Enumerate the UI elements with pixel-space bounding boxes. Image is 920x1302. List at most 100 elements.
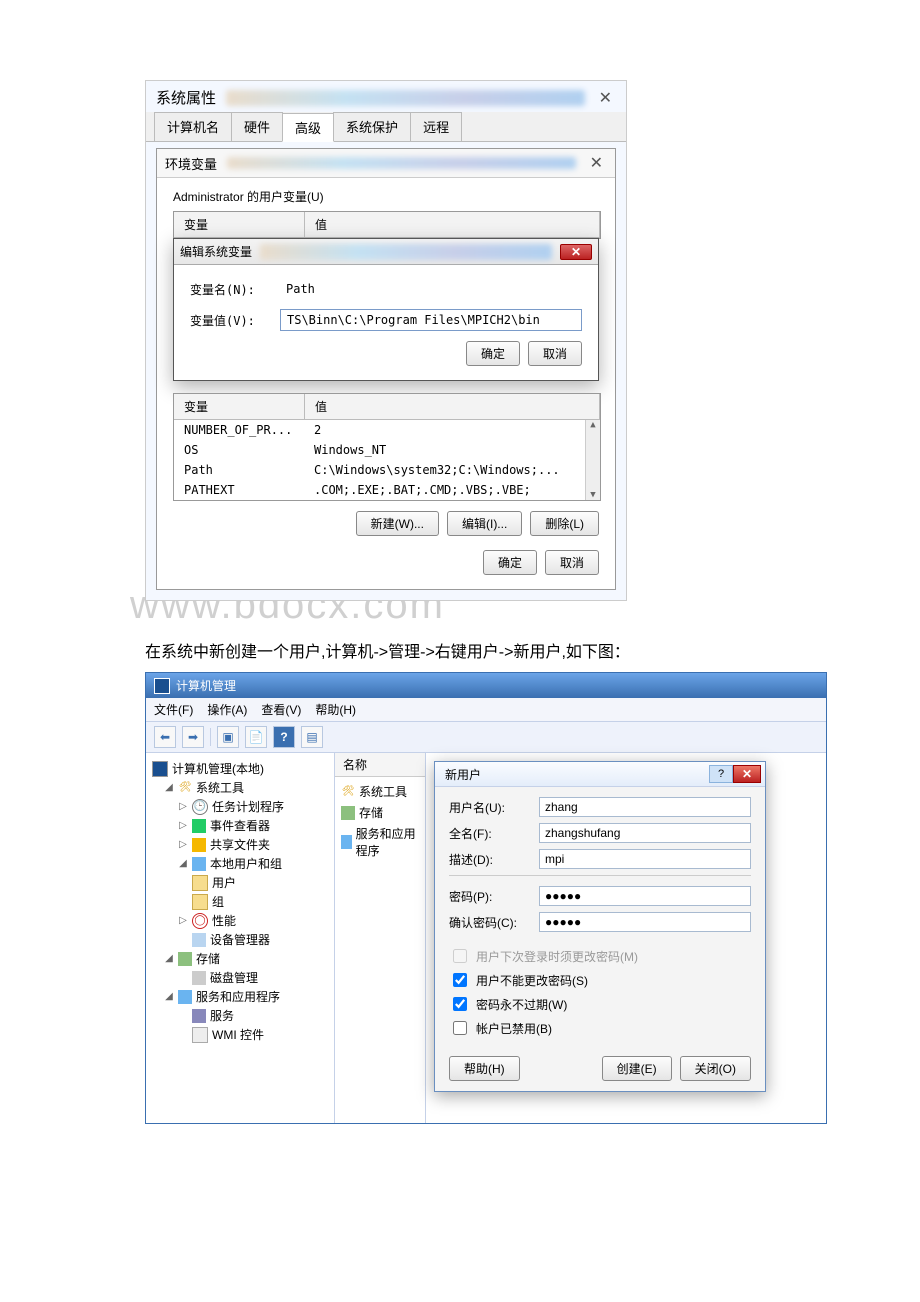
cancel-button[interactable]: 取消: [545, 550, 599, 575]
menu-action[interactable]: 操作(A): [207, 701, 247, 718]
tab-computer-name[interactable]: 计算机名: [154, 112, 232, 141]
expander-icon[interactable]: ◢: [164, 953, 174, 964]
env-titlebar: 环境变量 ✕: [157, 149, 615, 178]
checkbox[interactable]: [453, 1021, 467, 1035]
services-apps-icon: [341, 835, 352, 849]
tree-storage[interactable]: ◢ 存储: [150, 949, 330, 968]
tree-disk-mgr[interactable]: 磁盘管理: [150, 968, 330, 987]
var-name-input[interactable]: [280, 279, 582, 299]
create-button[interactable]: 创建(E): [602, 1056, 672, 1081]
table-row[interactable]: NUMBER_OF_PR... 2: [174, 420, 600, 440]
system-properties-window: 系统属性 ✕ 计算机名 硬件 高级 系统保护 远程 环境变量 ✕ Adminis…: [145, 80, 627, 601]
tab-remote[interactable]: 远程: [410, 112, 462, 141]
col-name: 名称: [335, 753, 425, 777]
table-row[interactable]: Path C:\Windows\system32;C:\Windows;...: [174, 460, 600, 480]
close-icon[interactable]: ✕: [586, 153, 607, 173]
forward-icon[interactable]: ➡: [182, 726, 204, 748]
toolbar: ⬅ ➡ ▣ 📄 ? ▤: [146, 722, 826, 753]
list-icon[interactable]: ▤: [301, 726, 323, 748]
performance-icon: ◯: [192, 913, 208, 929]
tree-shared-folders[interactable]: ▷ 共享文件夹: [150, 835, 330, 854]
delete-button[interactable]: 删除(L): [530, 511, 599, 536]
close-icon[interactable]: ✕: [595, 88, 616, 108]
ok-button[interactable]: 确定: [483, 550, 537, 575]
help-icon[interactable]: ?: [709, 765, 733, 783]
cancel-button[interactable]: 取消: [528, 341, 582, 366]
list-item[interactable]: 存储: [339, 802, 421, 823]
username-input[interactable]: [539, 797, 751, 817]
checkbox[interactable]: [453, 973, 467, 987]
new-button[interactable]: 新建(W)...: [356, 511, 439, 536]
tree-local-users[interactable]: ◢ 本地用户和组: [150, 854, 330, 873]
tree-device-manager[interactable]: 设备管理器: [150, 930, 330, 949]
new-user-title: 新用户: [445, 766, 481, 783]
col-value: 值: [305, 394, 600, 419]
table-row[interactable]: OS Windows_NT: [174, 440, 600, 460]
scrollbar[interactable]: ▲▼: [585, 420, 600, 500]
back-icon[interactable]: ⬅: [154, 726, 176, 748]
tree-users[interactable]: 用户: [150, 873, 330, 892]
close-button[interactable]: 关闭(O): [680, 1056, 751, 1081]
expander-icon[interactable]: ▷: [178, 801, 188, 812]
disk-icon: [192, 971, 206, 985]
tree-event-viewer[interactable]: ▷ 事件查看器: [150, 816, 330, 835]
checkbox[interactable]: [453, 997, 467, 1011]
checkbox[interactable]: [453, 949, 467, 963]
menu-help[interactable]: 帮助(H): [315, 701, 356, 718]
services-apps-icon: [178, 990, 192, 1004]
computer-management-window: 计算机管理 文件(F) 操作(A) 查看(V) 帮助(H) ⬅ ➡ ▣ 📄 ? …: [145, 672, 827, 1124]
system-properties-tabs: 计算机名 硬件 高级 系统保护 远程: [146, 112, 626, 142]
password-label: 密码(P):: [449, 888, 539, 905]
tab-advanced[interactable]: 高级: [282, 113, 334, 142]
console-tree-icon[interactable]: ▣: [217, 726, 239, 748]
tree-root[interactable]: 计算机管理(本地): [150, 759, 330, 778]
properties-icon[interactable]: 📄: [245, 726, 267, 748]
expander-icon[interactable]: ▷: [178, 915, 188, 926]
document-caption: 在系统中新创建一个用户,计算机->管理->右键用户->新用户,如下图：: [145, 638, 920, 662]
tree-performance[interactable]: ▷ ◯ 性能: [150, 911, 330, 930]
help-icon[interactable]: ?: [273, 726, 295, 748]
tree-services[interactable]: 服务: [150, 1006, 330, 1025]
storage-icon: [341, 806, 355, 820]
tab-hardware[interactable]: 硬件: [231, 112, 283, 141]
expander-icon[interactable]: ◢: [164, 991, 174, 1002]
tree-systools[interactable]: ◢ 🛠 系统工具: [150, 778, 330, 797]
expander-icon[interactable]: ◢: [164, 782, 174, 793]
right-pane: 新用户 ? ✕ 用户名(U): 全名(F):: [426, 753, 826, 1123]
check-never-expire[interactable]: 密码永不过期(W): [449, 994, 751, 1014]
list-item[interactable]: 服务和应用程序: [339, 823, 421, 861]
help-button[interactable]: 帮助(H): [449, 1056, 520, 1081]
ok-button[interactable]: 确定: [466, 341, 520, 366]
description-input[interactable]: [539, 849, 751, 869]
tab-protection[interactable]: 系统保护: [333, 112, 411, 141]
tree-services-apps[interactable]: ◢ 服务和应用程序: [150, 987, 330, 1006]
new-user-titlebar: 新用户 ? ✕: [435, 762, 765, 787]
edit-button[interactable]: 编辑(I)...: [447, 511, 522, 536]
fullname-label: 全名(F):: [449, 825, 539, 842]
event-icon: [192, 819, 206, 833]
expander-icon[interactable]: ▷: [178, 839, 188, 850]
username-label: 用户名(U):: [449, 799, 539, 816]
check-account-disabled[interactable]: 帐户已禁用(B): [449, 1018, 751, 1038]
menu-file[interactable]: 文件(F): [154, 701, 193, 718]
var-value-label: 变量值(V):: [190, 312, 280, 329]
close-icon[interactable]: ✕: [560, 244, 592, 260]
expander-icon[interactable]: ▷: [178, 820, 188, 831]
close-icon[interactable]: ✕: [733, 765, 761, 783]
device-icon: [192, 933, 206, 947]
menu-view[interactable]: 查看(V): [261, 701, 301, 718]
var-value-input[interactable]: [280, 309, 582, 331]
tree-groups[interactable]: 组: [150, 892, 330, 911]
password-input[interactable]: [539, 886, 751, 906]
check-cannot-change[interactable]: 用户不能更改密码(S): [449, 970, 751, 990]
tree-task-scheduler[interactable]: ▷ 🕒 任务计划程序: [150, 797, 330, 816]
check-change-next-login[interactable]: 用户下次登录时须更改密码(M): [449, 946, 751, 966]
fullname-input[interactable]: [539, 823, 751, 843]
system-vars-table: 变量 值 NUMBER_OF_PR... 2 OS Windows_NT: [173, 393, 601, 501]
expander-icon[interactable]: ◢: [178, 858, 188, 869]
computer-icon: [152, 761, 168, 777]
confirm-password-input[interactable]: [539, 912, 751, 932]
tree-wmi[interactable]: WMI 控件: [150, 1025, 330, 1044]
table-row[interactable]: PATHEXT .COM;.EXE;.BAT;.CMD;.VBS;.VBE;: [174, 480, 600, 500]
list-item[interactable]: 🛠 系统工具: [339, 781, 421, 802]
